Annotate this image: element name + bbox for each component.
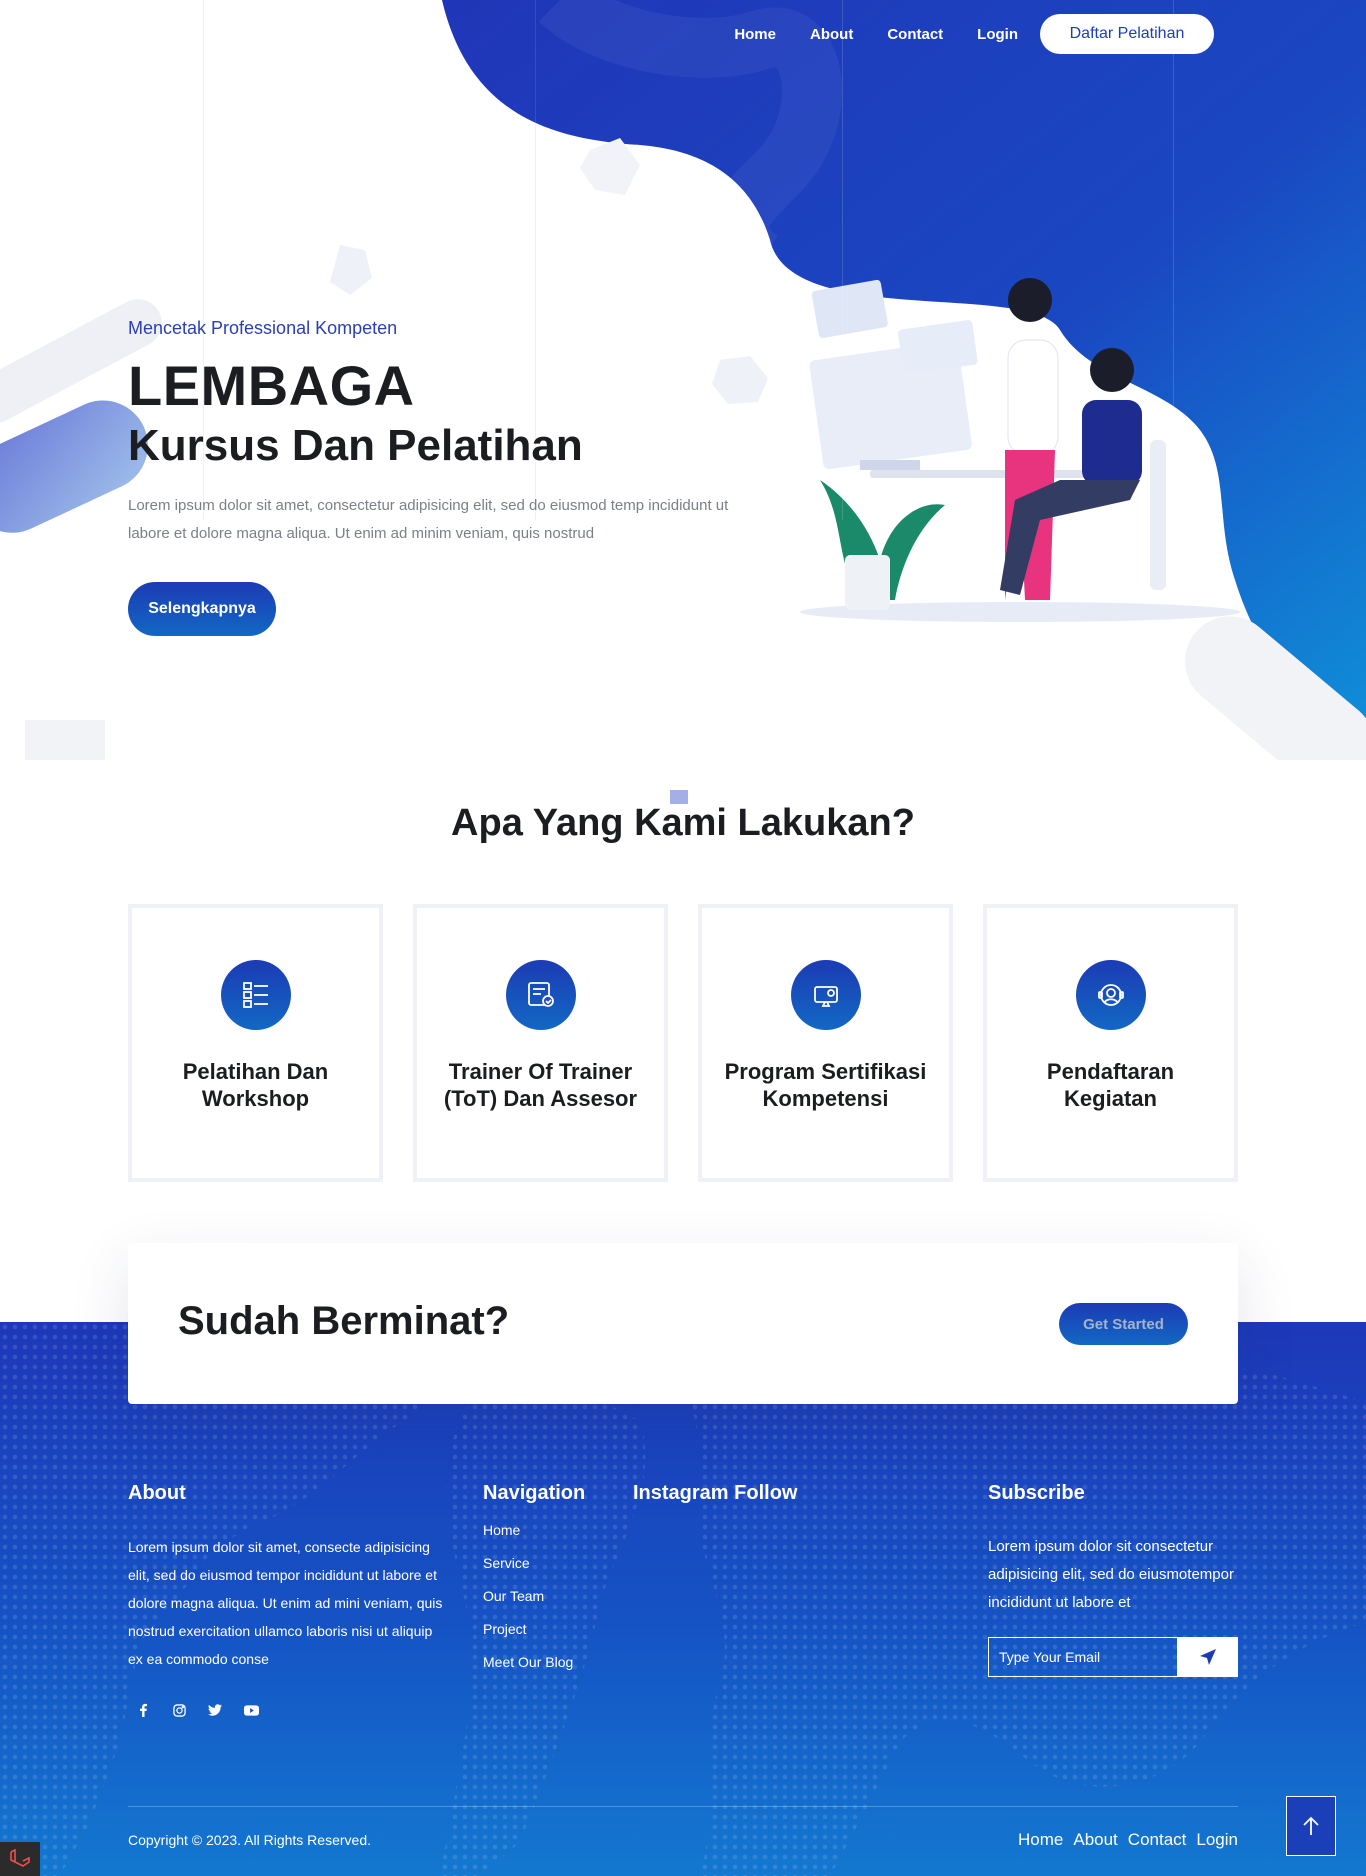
footer-nav-list: Home Service Our Team Project Meet Our B… xyxy=(483,1522,613,1670)
instagram-icon[interactable] xyxy=(170,1701,188,1719)
footer-bottom-about[interactable]: About xyxy=(1073,1830,1117,1850)
service-card[interactable]: Program Sertifikasi Kompetensi xyxy=(698,904,953,1182)
cta-title: Sudah Berminat? xyxy=(178,1299,510,1343)
grid-line xyxy=(1173,0,1174,520)
footer-bottom-login[interactable]: Login xyxy=(1196,1830,1238,1850)
copyright: Copyright © 2023. All Rights Reserved. xyxy=(128,1832,371,1848)
cta-box: Sudah Berminat? Get Started xyxy=(128,1243,1238,1404)
nav-contact[interactable]: Contact xyxy=(887,26,943,43)
service-card[interactable]: Pendaftaran Kegiatan xyxy=(983,904,1238,1182)
social-links xyxy=(134,1701,444,1719)
nav-about[interactable]: About xyxy=(810,26,853,43)
footer-divider xyxy=(128,1806,1238,1807)
footer-about: About Lorem ipsum dolor sit amet, consec… xyxy=(128,1482,444,1719)
hero-subtitle: Mencetak Professional Kompeten xyxy=(128,318,398,338)
footer-navigation: Navigation Home Service Our Team Project… xyxy=(483,1482,613,1670)
youtube-icon[interactable] xyxy=(242,1701,260,1719)
twitter-icon[interactable] xyxy=(206,1701,224,1719)
monitor-icon xyxy=(790,960,861,1030)
service-card[interactable]: Trainer Of Trainer (ToT) Dan Assesor xyxy=(413,904,668,1182)
footer-bottom-contact[interactable]: Contact xyxy=(1128,1830,1187,1850)
back-to-top-button[interactable] xyxy=(1286,1796,1336,1856)
get-started-button[interactable]: Get Started xyxy=(1059,1303,1188,1345)
footer-navigation-heading: Navigation xyxy=(483,1482,586,1504)
main-nav: Home About Contact Login Daftar Pelatiha… xyxy=(700,14,1214,54)
list-icon xyxy=(220,960,291,1030)
subscribe-form xyxy=(988,1637,1238,1677)
grid-line xyxy=(842,0,843,520)
footer-instagram: Instagram Follow xyxy=(633,1482,883,1505)
email-input[interactable] xyxy=(988,1637,1178,1677)
footer-subscribe-heading: Subscribe xyxy=(988,1482,1085,1504)
footer-nav-home[interactable]: Home xyxy=(483,1522,613,1538)
footer-bottom-nav: Home About Contact Login xyxy=(1018,1830,1238,1850)
support-icon xyxy=(1075,960,1146,1030)
footer-nav-project[interactable]: Project xyxy=(483,1621,613,1637)
nav-home[interactable]: Home xyxy=(734,26,776,43)
footer-instagram-heading: Instagram Follow xyxy=(633,1482,798,1504)
hero-title-secondary: Kursus Dan Pelatihan xyxy=(128,420,583,470)
certificate-icon xyxy=(505,960,576,1030)
footer-nav-blog[interactable]: Meet Our Blog xyxy=(483,1654,613,1670)
send-button[interactable] xyxy=(1178,1637,1238,1677)
services-cards: Pelatihan Dan Workshop Trainer Of Traine… xyxy=(128,904,1238,1182)
services-title: Apa Yang Kami Lakukan? xyxy=(451,802,915,844)
hero-title: LEMBAGA xyxy=(128,354,415,417)
footer-subscribe-text: Lorem ipsum dolor sit consectetur adipis… xyxy=(988,1538,1234,1611)
send-icon xyxy=(1200,1649,1216,1665)
nav-login[interactable]: Login xyxy=(977,26,1018,43)
service-card-title: Pendaftaran Kegiatan xyxy=(1046,1059,1175,1111)
selengkapnya-button[interactable]: Selengkapnya xyxy=(128,582,276,637)
hero-description: Lorem ipsum dolor sit amet, consectetur … xyxy=(128,497,729,543)
footer-about-text: Lorem ipsum dolor sit amet, consecte adi… xyxy=(128,1539,443,1667)
framework-logo-icon xyxy=(0,1842,40,1876)
footer-bottom-home[interactable]: Home xyxy=(1018,1830,1063,1850)
daftar-pelatihan-button[interactable]: Daftar Pelatihan xyxy=(1040,14,1214,54)
footer-subscribe: Subscribe Lorem ipsum dolor sit consecte… xyxy=(988,1482,1238,1677)
arrow-up-icon xyxy=(1303,1816,1319,1835)
service-card-title: Program Sertifikasi Kompetensi xyxy=(724,1059,927,1111)
service-card-title: Trainer Of Trainer (ToT) Dan Assesor xyxy=(443,1059,638,1111)
facebook-icon[interactable] xyxy=(134,1701,152,1719)
footer-nav-service[interactable]: Service xyxy=(483,1555,613,1571)
footer-about-heading: About xyxy=(128,1482,186,1504)
footer-nav-our-team[interactable]: Our Team xyxy=(483,1588,613,1604)
service-card[interactable]: Pelatihan Dan Workshop xyxy=(128,904,383,1182)
service-card-title: Pelatihan Dan Workshop xyxy=(182,1059,329,1111)
hero-content: Mencetak Professional Kompeten LEMBAGA K… xyxy=(128,318,748,637)
